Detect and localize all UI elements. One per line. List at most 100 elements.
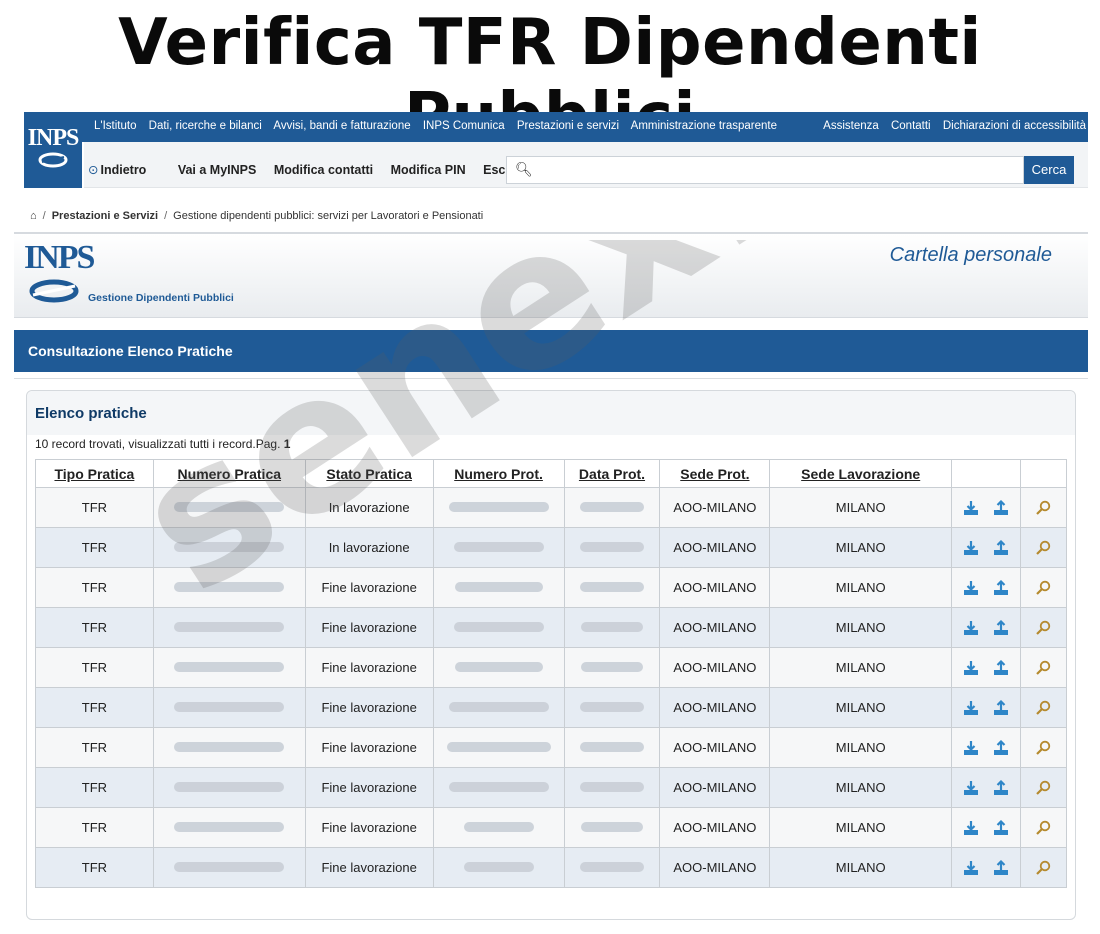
cell-data-prot <box>563 487 661 528</box>
cell-tipo-pratica: TFR <box>35 487 154 528</box>
cell-sede-lavorazione: MILANO <box>769 567 953 608</box>
breadcrumb-prestazioni[interactable]: Prestazioni e Servizi <box>52 210 158 222</box>
modifica-pin-link[interactable]: Modifica PIN <box>391 163 466 177</box>
cell-stato-pratica: Fine lavorazione <box>304 607 434 648</box>
magnifier-icon[interactable] <box>1035 860 1051 876</box>
back-link[interactable]: ⊙ Indietro <box>88 163 160 177</box>
table-row: TFR Fine lavorazione AOO-MILANO MILANO <box>35 727 1068 768</box>
col-numero-prot[interactable]: Numero Prot. <box>432 459 565 488</box>
col-view <box>1019 459 1068 488</box>
col-sede-prot[interactable]: Sede Prot. <box>659 459 771 488</box>
col-tipo-pratica[interactable]: Tipo Pratica <box>35 459 154 488</box>
breadcrumb-current: Gestione dipendenti pubblici: servizi pe… <box>173 210 484 222</box>
magnifier-icon[interactable] <box>1035 820 1051 836</box>
inps-logo[interactable]: INPS <box>24 112 82 188</box>
col-stato-pratica[interactable]: Stato Pratica <box>304 459 434 488</box>
toplink-istituto[interactable]: L'Istituto <box>94 120 136 132</box>
cell-view <box>1019 687 1068 728</box>
magnifier-icon[interactable] <box>1035 500 1051 516</box>
cell-numero-prot <box>432 727 565 768</box>
upload-icon[interactable] <box>993 659 1009 676</box>
home-icon[interactable]: ⌂ <box>30 210 37 222</box>
magnifier-icon[interactable] <box>1035 780 1051 796</box>
upload-icon[interactable] <box>993 619 1009 636</box>
toplink-accessibilita[interactable]: Dichiarazioni di accessibilità <box>943 120 1086 132</box>
cell-tipo-pratica: TFR <box>35 527 154 568</box>
esci-link[interactable]: Esci <box>483 163 509 177</box>
toplink-dati[interactable]: Dati, ricerche e bilanci <box>149 120 262 132</box>
download-icon[interactable] <box>963 860 979 876</box>
toplink-contatti[interactable]: Contatti <box>891 120 931 132</box>
top-links-right: Assistenza Contatti Dichiarazioni di acc… <box>814 120 1086 132</box>
modifica-contatti-link[interactable]: Modifica contatti <box>274 163 373 177</box>
magnifier-icon[interactable] <box>1035 540 1051 556</box>
cell-actions <box>951 527 1021 568</box>
col-sede-lavorazione[interactable]: Sede Lavorazione <box>769 459 953 488</box>
myinps-link[interactable]: Vai a MyINPS <box>178 163 257 177</box>
upload-icon[interactable] <box>993 819 1009 836</box>
upload-icon[interactable] <box>993 539 1009 556</box>
back-arrow-icon: ⊙ <box>88 163 99 177</box>
magnifier-icon[interactable] <box>1035 740 1051 756</box>
toplink-trasparente[interactable]: Amministrazione trasparente <box>631 120 777 132</box>
cell-tipo-pratica: TFR <box>35 767 154 808</box>
cell-stato-pratica: In lavorazione <box>304 527 434 568</box>
upload-icon[interactable] <box>993 739 1009 756</box>
toplink-avvisi[interactable]: Avvisi, bandi e fatturazione <box>273 120 410 132</box>
download-icon[interactable] <box>963 540 979 556</box>
cell-numero-pratica <box>152 607 306 648</box>
cell-sede-prot: AOO-MILANO <box>659 767 771 808</box>
cell-sede-lavorazione: MILANO <box>769 727 953 768</box>
cell-tipo-pratica: TFR <box>35 647 154 688</box>
redacted-value <box>453 542 544 552</box>
magnifier-icon[interactable] <box>1035 580 1051 596</box>
download-icon[interactable] <box>963 740 979 756</box>
search-button[interactable]: Cerca <box>1024 156 1074 184</box>
redacted-value <box>174 662 285 672</box>
magnifier-icon[interactable] <box>1035 620 1051 636</box>
cell-numero-prot <box>432 487 565 528</box>
cell-tipo-pratica: TFR <box>35 607 154 648</box>
cell-numero-prot <box>432 607 565 648</box>
redacted-value <box>174 702 285 712</box>
col-numero-pratica[interactable]: Numero Pratica <box>152 459 306 488</box>
redacted-value <box>463 822 534 832</box>
toplink-comunica[interactable]: INPS Comunica <box>423 120 505 132</box>
search-icon: 🔍︎ <box>515 161 533 177</box>
pratiche-panel: Elenco pratiche 10 record trovati, visua… <box>26 390 1076 920</box>
section-title: Consultazione Elenco Pratiche <box>14 330 1088 372</box>
magnifier-icon[interactable] <box>1035 660 1051 676</box>
redacted-value <box>174 502 285 512</box>
download-icon[interactable] <box>963 580 979 596</box>
upload-icon[interactable] <box>993 779 1009 796</box>
upload-icon[interactable] <box>993 699 1009 716</box>
cell-view <box>1019 607 1068 648</box>
col-data-prot[interactable]: Data Prot. <box>563 459 661 488</box>
upload-icon[interactable] <box>993 579 1009 596</box>
redacted-value <box>453 622 544 632</box>
cell-view <box>1019 647 1068 688</box>
toplink-assistenza[interactable]: Assistenza <box>823 120 879 132</box>
download-icon[interactable] <box>963 700 979 716</box>
cell-actions <box>951 727 1021 768</box>
cell-numero-prot <box>432 847 565 888</box>
upload-icon[interactable] <box>993 499 1009 516</box>
table-row: TFR In lavorazione AOO-MILANO MILANO <box>35 527 1068 568</box>
redacted-value <box>579 502 644 512</box>
toplink-prestazioni[interactable]: Prestazioni e servizi <box>517 120 619 132</box>
upload-icon[interactable] <box>993 859 1009 876</box>
panel-header: Elenco pratiche <box>27 391 1075 435</box>
cartella-personale-title: Cartella personale <box>889 244 1052 266</box>
download-icon[interactable] <box>963 500 979 516</box>
download-icon[interactable] <box>963 660 979 676</box>
cell-sede-prot: AOO-MILANO <box>659 647 771 688</box>
search-input[interactable] <box>535 159 1015 181</box>
download-icon[interactable] <box>963 780 979 796</box>
redacted-value <box>580 622 643 632</box>
download-icon[interactable] <box>963 620 979 636</box>
redacted-value <box>580 662 643 672</box>
cell-data-prot <box>563 567 661 608</box>
magnifier-icon[interactable] <box>1035 700 1051 716</box>
download-icon[interactable] <box>963 820 979 836</box>
back-label: Indietro <box>100 163 147 177</box>
